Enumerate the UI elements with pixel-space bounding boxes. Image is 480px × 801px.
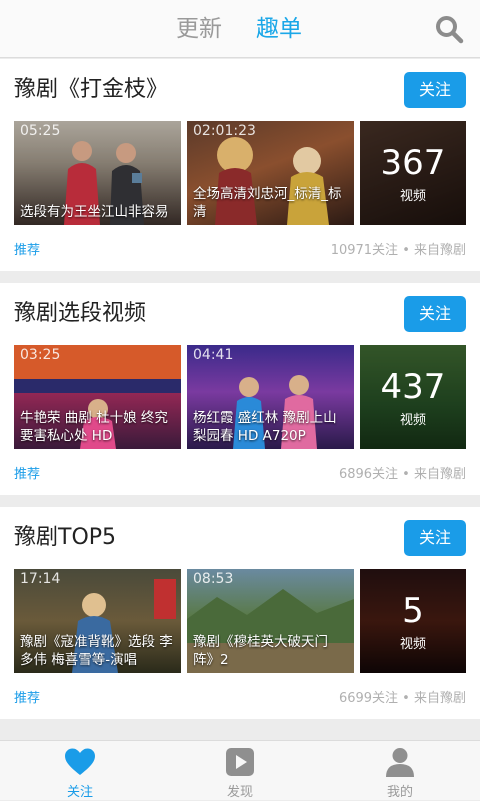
playlist-title[interactable]: 豫剧选段视频 [14,299,146,329]
video-thumbnails: 03:25 牛艳荣 曲剧 杜十娘 终究要害私心处 HD 04:41 杨红霞 盛红… [14,345,466,449]
nav-mine[interactable]: 我的 [320,741,480,801]
bottom-nav: 关注 发现 我的 [0,740,480,800]
nav-label: 发现 [226,785,253,800]
video-thumbnail[interactable]: 08:53 豫剧《穆桂英大破天门阵》2 [187,569,354,673]
playlist-title[interactable]: 豫剧《打金枝》 [14,75,168,105]
video-count: 437 [380,367,446,407]
video-caption: 杨红霞 盛红林 豫剧上山 梨园春 HD A720P [193,410,337,444]
playlist-card: 豫剧TOP5 关注 17:14 豫剧《寇准背靴》选段 李多伟 梅喜雪等-演唱 0… [0,507,480,719]
video-duration: 03:25 [20,347,61,363]
playlist-card: 豫剧《打金枝》 关注 05:25 选段有为王坐江山非容易 02:01:23 全场… [0,59,480,271]
nav-discover[interactable]: 发现 [160,741,320,801]
video-duration: 04:41 [193,347,234,363]
video-duration: 08:53 [193,571,234,587]
video-thumbnail[interactable]: 02:01:23 全场高清刘忠河_标清_标清 [187,121,354,225]
video-count-label: 视频 [399,189,426,204]
video-caption: 全场高清刘忠河_标清_标清 [193,186,342,220]
video-thumbnail[interactable]: 03:25 牛艳荣 曲剧 杜十娘 终究要害私心处 HD [14,345,181,449]
tab-update[interactable]: 更新 [176,12,222,46]
playlist-feed: 豫剧《打金枝》 关注 05:25 选段有为王坐江山非容易 02:01:23 全场… [0,59,480,731]
playlist-count-tile[interactable]: 437 视频 [360,345,466,449]
video-thumbnail[interactable]: 04:41 杨红霞 盛红林 豫剧上山 梨园春 HD A720P [187,345,354,449]
playlist-count-tile[interactable]: 367 视频 [360,121,466,225]
playlist-meta: 10971关注 • 来自豫剧 [330,243,466,258]
video-count: 5 [402,591,424,631]
top-bar: 更新 趣单 [0,0,480,58]
play-icon [226,748,254,776]
user-icon [386,748,414,777]
video-caption: 选段有为王坐江山非容易 [20,204,169,220]
video-count-label: 视频 [399,413,426,428]
video-caption: 豫剧《穆桂英大破天门阵》2 [193,634,328,668]
follow-button[interactable]: 关注 [404,72,466,108]
nav-follow[interactable]: 关注 [0,741,160,801]
playlist-meta: 6896关注 • 来自豫剧 [338,467,466,482]
video-thumbnails: 17:14 豫剧《寇准背靴》选段 李多伟 梅喜雪等-演唱 08:53 豫剧《穆桂… [14,569,466,673]
follow-button[interactable]: 关注 [404,520,466,556]
tab-quidan[interactable]: 趣单 [256,12,302,46]
video-duration: 02:01:23 [193,123,256,139]
video-thumbnails: 05:25 选段有为王坐江山非容易 02:01:23 全场高清刘忠河_标清_标清… [14,121,466,225]
recommend-tag: 推荐 [14,467,41,482]
playlist-title[interactable]: 豫剧TOP5 [14,523,116,553]
video-duration: 17:14 [20,571,61,587]
heart-icon [65,748,95,775]
playlist-count-tile[interactable]: 5 视频 [360,569,466,673]
playlist-card: 豫剧选段视频 关注 03:25 牛艳荣 曲剧 杜十娘 终究要害私心处 HD 04… [0,283,480,495]
video-duration: 05:25 [20,123,61,139]
follow-button[interactable]: 关注 [404,296,466,332]
recommend-tag: 推荐 [14,243,41,258]
recommend-tag: 推荐 [14,691,41,706]
nav-label: 关注 [66,785,93,800]
video-count-label: 视频 [399,637,426,652]
playlist-meta: 6699关注 • 来自豫剧 [338,691,466,706]
video-count: 367 [380,143,446,183]
video-thumbnail[interactable]: 17:14 豫剧《寇准背靴》选段 李多伟 梅喜雪等-演唱 [14,569,181,673]
search-icon[interactable] [434,14,464,44]
nav-label: 我的 [386,785,413,800]
video-thumbnail[interactable]: 05:25 选段有为王坐江山非容易 [14,121,181,225]
video-caption: 豫剧《寇准背靴》选段 李多伟 梅喜雪等-演唱 [20,634,173,668]
video-caption: 牛艳荣 曲剧 杜十娘 终究要害私心处 HD [20,410,168,444]
